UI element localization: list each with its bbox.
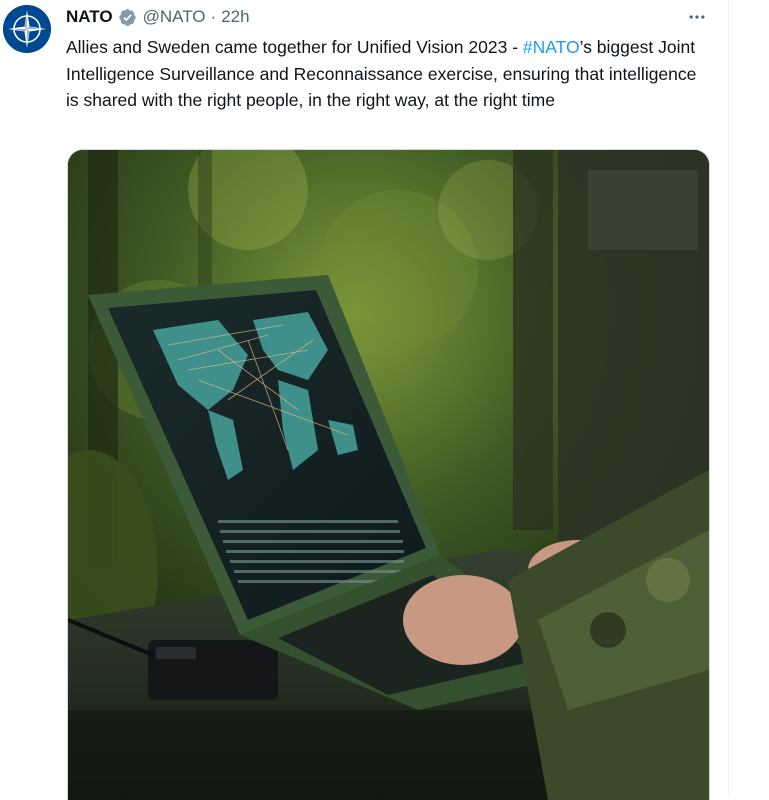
verified-badge-icon[interactable] <box>118 8 137 27</box>
nato-compass-logo-icon <box>3 5 51 53</box>
photo-soldier-laptop-world-map <box>68 150 709 800</box>
tweet-media-photo[interactable] <box>67 149 710 800</box>
author-handle[interactable]: @NATO <box>143 7 206 27</box>
author-name[interactable]: NATO <box>66 7 113 27</box>
column-divider <box>728 0 729 796</box>
tweet-text: Allies and Sweden came together for Unif… <box>66 34 706 114</box>
tweet-header: NATO @NATO · 22h <box>66 6 250 28</box>
header-separator: · <box>210 7 217 26</box>
author-avatar[interactable] <box>3 5 51 53</box>
more-options-icon[interactable] <box>684 4 710 30</box>
hashtag-link[interactable]: #NATO <box>523 37 580 57</box>
tweet-timestamp[interactable]: 22h <box>221 7 249 27</box>
tweet-text-part: Allies and Sweden came together for Unif… <box>66 37 523 57</box>
